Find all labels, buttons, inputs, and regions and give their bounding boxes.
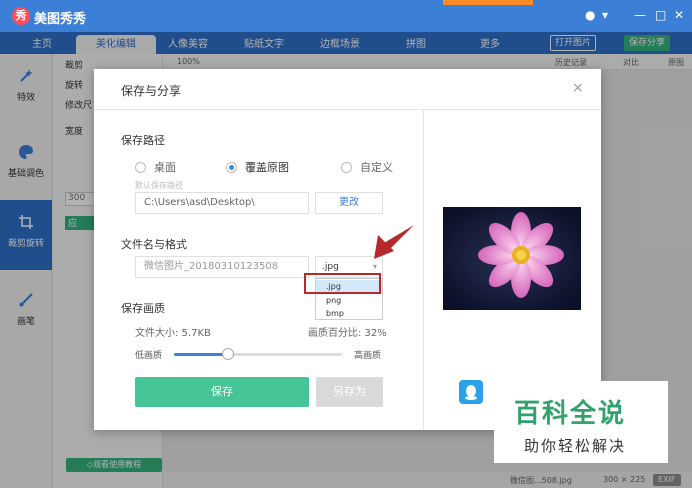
format-option-png[interactable]: png bbox=[316, 294, 382, 307]
change-path-button[interactable]: 更改 bbox=[315, 192, 383, 214]
minimize-icon[interactable]: — bbox=[634, 8, 646, 22]
format-select-value: .jpg bbox=[322, 262, 339, 272]
divider bbox=[423, 110, 424, 430]
dialog-title: 保存与分享 bbox=[121, 84, 182, 98]
save-button[interactable]: 保存 bbox=[135, 377, 309, 407]
default-path-hint: 默认保存路径 bbox=[135, 181, 183, 190]
menu-icon[interactable]: ▾ bbox=[602, 8, 608, 22]
feedback-icon[interactable]: ● bbox=[585, 8, 595, 22]
watermark-title: 百科全说 bbox=[514, 399, 627, 429]
high-quality-label: 高画质 bbox=[354, 351, 382, 361]
highlight-box bbox=[304, 273, 381, 294]
path-field[interactable]: C:\Users\asd\Desktop\ bbox=[135, 192, 309, 214]
flower-image bbox=[443, 207, 581, 310]
file-size-label: 文件大小: 5.7KB bbox=[135, 328, 211, 339]
watermark-subtitle: 助你轻松解决 bbox=[524, 437, 627, 455]
save-path-title: 保存路径 bbox=[121, 134, 165, 147]
qq-share-icon[interactable] bbox=[459, 380, 483, 404]
app-title: 美图秀秀 bbox=[34, 12, 87, 27]
radio-circle bbox=[226, 162, 237, 173]
filename-title: 文件名与格式 bbox=[121, 238, 187, 251]
radio-label: 覆盖原图 bbox=[245, 161, 289, 174]
accent-strip bbox=[443, 0, 533, 5]
image-preview bbox=[443, 207, 581, 310]
watermark: 百科全说 助你轻松解决 bbox=[494, 381, 668, 463]
format-option-bmp[interactable]: bmp bbox=[316, 307, 382, 320]
app-logo: 秀 bbox=[12, 7, 30, 25]
quality-percent-label: 画质百分比: 32% bbox=[308, 328, 387, 339]
title-bar: 秀 美图秀秀 ● ▾ — □ ✕ bbox=[0, 0, 692, 32]
radio-circle bbox=[341, 162, 352, 173]
save-share-dialog: 保存与分享 × 保存路径 桌面 覆盖原图 自定义 默认保存路径 C:\Users… bbox=[94, 69, 601, 430]
radio-custom[interactable]: 自定义 bbox=[341, 159, 393, 175]
close-icon[interactable]: × bbox=[572, 80, 584, 96]
quality-slider-knob[interactable] bbox=[221, 348, 234, 360]
close-icon[interactable]: ✕ bbox=[674, 8, 684, 22]
radio-label: 自定义 bbox=[360, 161, 393, 174]
low-quality-label: 低画质 bbox=[135, 351, 163, 361]
radio-desktop[interactable]: 桌面 bbox=[135, 159, 176, 175]
radio-label: 桌面 bbox=[154, 161, 176, 174]
quality-slider[interactable] bbox=[174, 353, 342, 356]
quality-title: 保存画质 bbox=[121, 302, 165, 315]
save-as-button[interactable]: 另存为 bbox=[316, 377, 383, 407]
radio-overwrite[interactable]: 覆盖原图 bbox=[226, 159, 289, 175]
maximize-icon[interactable]: □ bbox=[655, 8, 666, 22]
divider bbox=[94, 109, 601, 110]
arrow-annotation-icon bbox=[374, 225, 414, 259]
quality-slider-fill bbox=[174, 353, 228, 356]
filename-field[interactable]: 微信图片_20180310123508 bbox=[135, 256, 309, 278]
radio-circle bbox=[135, 162, 146, 173]
